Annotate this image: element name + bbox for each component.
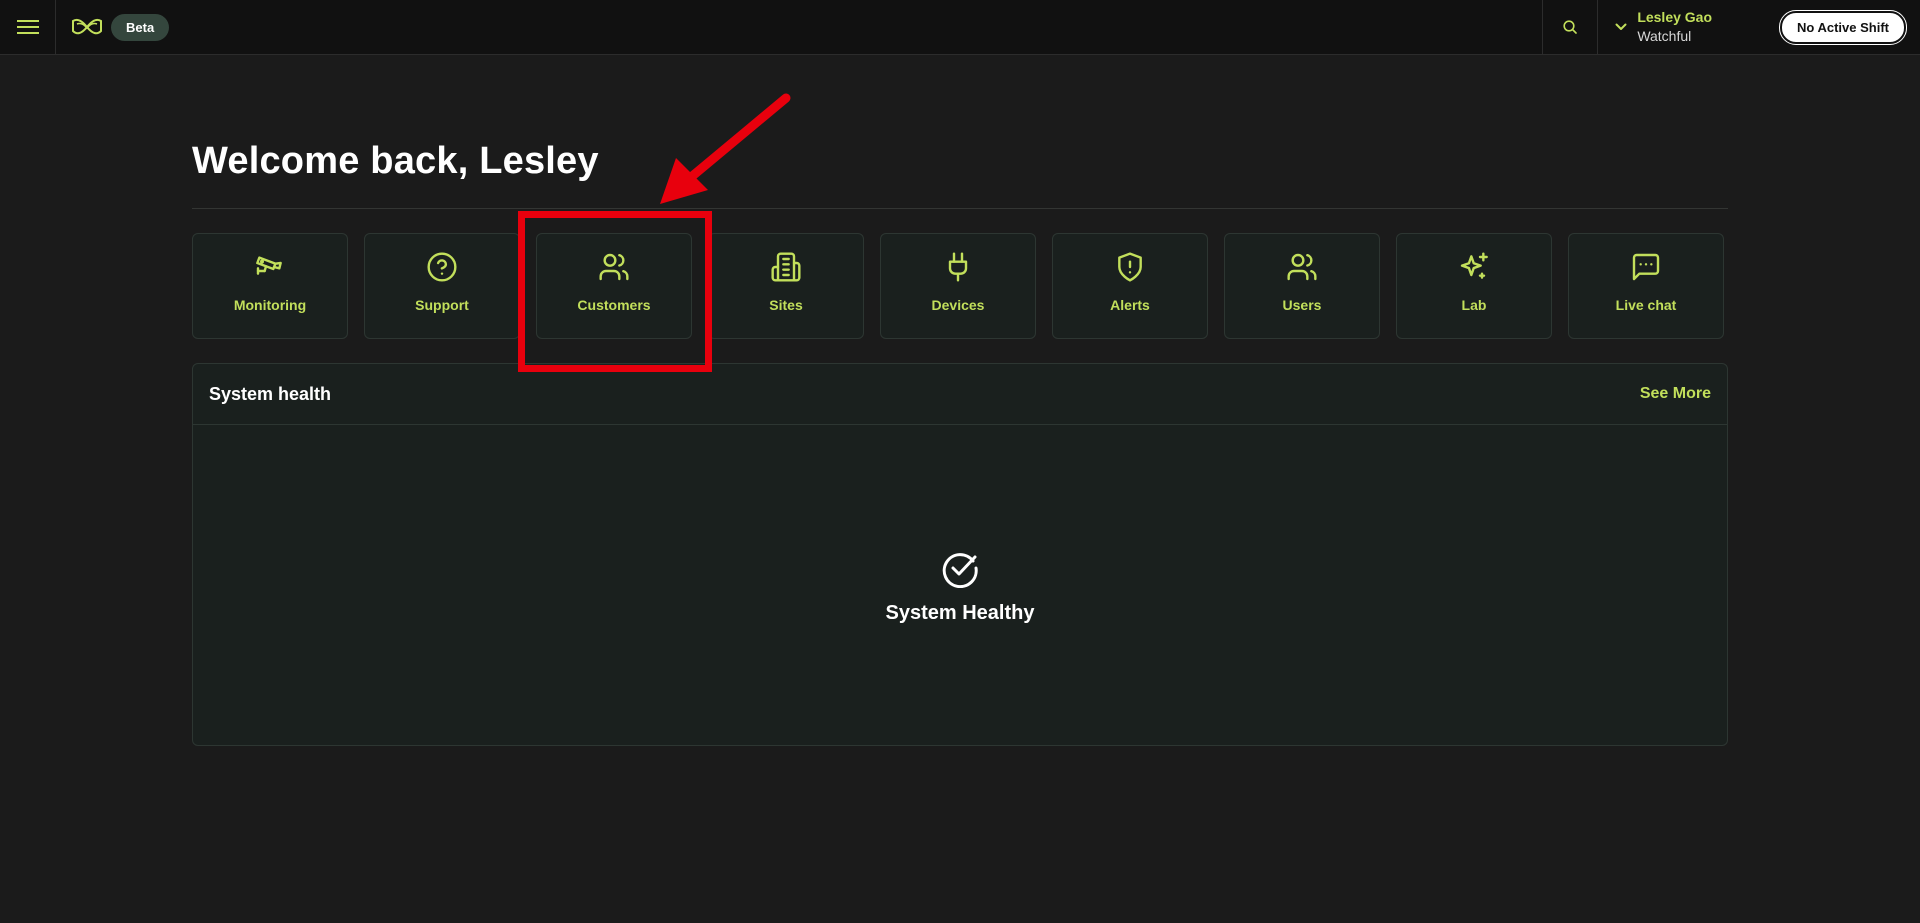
system-health-body: System Healthy [193,426,1727,746]
plug-icon [948,252,968,282]
logo-icon [72,18,102,35]
annotation-arrow-icon [660,93,791,204]
chevron-down-icon [1615,23,1627,30]
tile-lab[interactable]: Lab [1396,233,1552,339]
tile-customers[interactable]: Customers [536,233,692,339]
tile-sites[interactable]: Sites [708,233,864,339]
users-icon [1287,253,1317,281]
search-icon [1563,20,1578,34]
sparkles-icon [1460,252,1488,279]
system-status-text: System Healthy [885,601,1035,624]
user-name: Lesley Gao [1637,9,1713,25]
menu-button[interactable] [0,0,56,55]
tile-devices[interactable]: Devices [880,233,1036,339]
top-bar: Beta Lesley Gao Watchful No Active Shift [0,0,1920,55]
cctv-camera-icon [256,256,282,275]
tile-users[interactable]: Users [1224,233,1380,339]
app-logo[interactable] [71,17,103,37]
tile-label: Live chat [1615,297,1677,313]
tile-label: Users [1282,297,1322,313]
see-more-link[interactable]: See More [1640,385,1711,403]
beta-badge: Beta [111,13,170,41]
system-health-header: System health See More [193,364,1727,425]
quick-links: Monitoring Support Customers Sites Devic… [192,233,1728,339]
tile-alerts[interactable]: Alerts [1052,233,1208,339]
user-status: Watchful [1637,28,1692,44]
users-icon [599,253,629,281]
tile-label: Devices [931,297,985,313]
divider [192,208,1728,209]
tile-label: Alerts [1110,297,1150,313]
tile-monitoring[interactable]: Monitoring [192,233,348,339]
help-circle-icon [427,252,457,282]
building-icon [771,252,801,282]
tile-live-chat[interactable]: Live chat [1568,233,1724,339]
user-menu[interactable]: Lesley Gao Watchful [1598,0,1712,55]
system-health-panel: System health See More System Healthy [192,363,1728,746]
tile-label: Lab [1461,297,1487,313]
tile-label: Sites [769,297,803,313]
message-square-icon [1632,253,1660,281]
shift-button[interactable]: No Active Shift [1779,9,1907,45]
search-button[interactable] [1542,0,1599,55]
tile-label: Monitoring [233,297,307,313]
hamburger-menu-icon [16,20,39,34]
system-health-title: System health [209,383,332,404]
page-title: Welcome back, Lesley [192,140,599,182]
tile-label: Customers [577,297,651,313]
tile-support[interactable]: Support [364,233,520,339]
shield-alert-icon [1118,252,1142,282]
check-circle-icon [942,552,978,588]
tile-label: Support [415,297,469,313]
